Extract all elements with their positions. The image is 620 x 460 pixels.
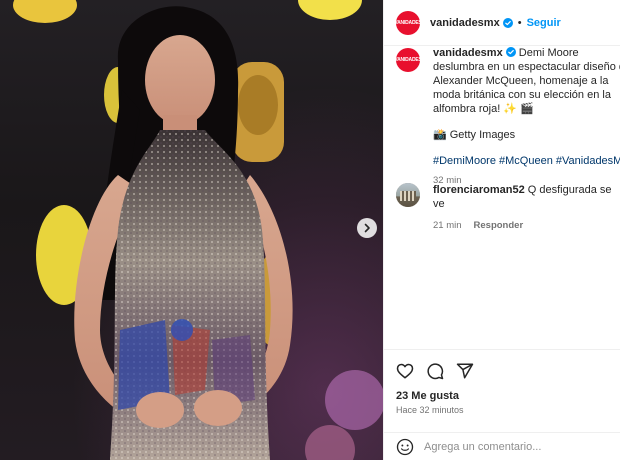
- emoji-icon[interactable]: [396, 438, 414, 456]
- follow-button[interactable]: Seguir: [527, 17, 561, 29]
- author-avatar[interactable]: VANIDADES: [394, 10, 422, 35]
- comment-bubble-icon[interactable]: [426, 362, 444, 380]
- author-username[interactable]: vanidadesmx: [430, 17, 500, 29]
- likes-count[interactable]: 23 Me gusta: [384, 380, 620, 402]
- separator-dot: •: [517, 16, 522, 29]
- comment-meta: 21 min Responder: [433, 219, 620, 233]
- post-side-panel: VANIDADES vanidadesmx • Seguir VANIDADES…: [383, 0, 620, 460]
- caption: VANIDADES vanidadesmx Demi Moore deslumb…: [384, 36, 620, 188]
- commenter-username[interactable]: florenciaroman52: [433, 184, 525, 196]
- post-media[interactable]: [0, 0, 383, 460]
- action-bar: [384, 350, 620, 380]
- caption-avatar[interactable]: VANIDADES: [394, 48, 422, 72]
- verified-badge-icon: [502, 17, 513, 28]
- like-heart-icon[interactable]: [396, 362, 414, 380]
- share-send-icon[interactable]: [456, 362, 474, 380]
- caption-hashtags[interactable]: #DemiMoore #McQueen #VanidadesMx: [433, 154, 620, 168]
- caption-body: vanidadesmx Demi Moore deslumbra en un e…: [433, 46, 620, 188]
- add-comment-bar: Agrega un comentario...: [384, 432, 620, 460]
- photo-credit: 📸 Getty Images: [433, 129, 516, 141]
- caption-username[interactable]: vanidadesmx: [433, 47, 503, 59]
- comment-time: 21 min: [433, 220, 462, 231]
- comment-body: florenciaroman52 Q desfigurada se ve 21 …: [433, 183, 620, 233]
- post-timestamp: Hace 32 minutos: [396, 405, 464, 415]
- carousel-next-button[interactable]: [357, 218, 377, 238]
- post-photo: [13, 0, 383, 460]
- comment-item: florenciaroman52 Q desfigurada se ve 21 …: [396, 183, 620, 233]
- verified-badge-icon: [505, 47, 516, 57]
- backdrop-logo: [13, 0, 77, 23]
- reply-button[interactable]: Responder: [474, 220, 524, 231]
- chevron-right-icon: [364, 223, 370, 233]
- commenter-avatar[interactable]: [396, 183, 420, 207]
- comment-input[interactable]: Agrega un comentario...: [424, 441, 541, 453]
- post-actions-section: 23 Me gusta Hace 32 minutos: [384, 349, 620, 415]
